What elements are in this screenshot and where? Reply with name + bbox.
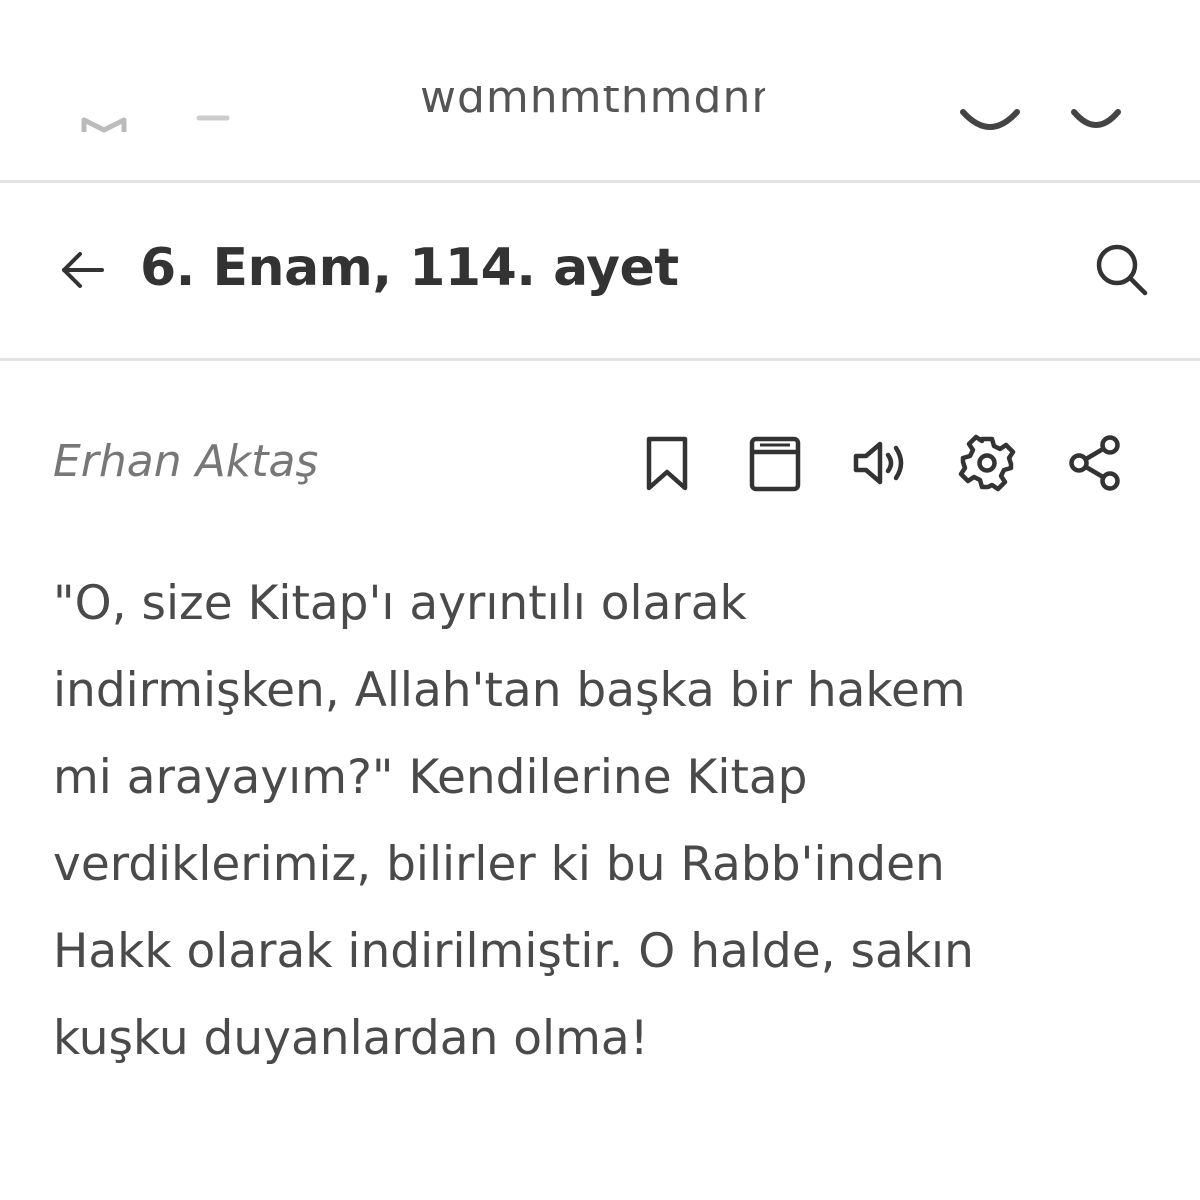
address-bar[interactable]: wdmhmthmdnmtmh bbox=[420, 86, 765, 126]
arrow-left-icon bbox=[62, 252, 104, 288]
bookmark-icon bbox=[646, 436, 688, 491]
page-title: 6. Enam, 114. ayet bbox=[140, 238, 679, 298]
bookmark-button[interactable] bbox=[638, 434, 696, 492]
gear-icon bbox=[958, 434, 1016, 492]
settings-button[interactable] bbox=[958, 434, 1016, 492]
verse-line: verdiklerimiz, bilirler ki bu Rabb'inden bbox=[53, 837, 945, 892]
share-button[interactable] bbox=[1066, 434, 1124, 492]
search-icon bbox=[1096, 244, 1148, 296]
verse-translation: "O, size Kitap'ı ayrıntılı olarak indirm… bbox=[53, 560, 1153, 1082]
verse-line: kuşku duyanlardan olma! bbox=[53, 1011, 649, 1066]
translator-name: Erhan Aktaş bbox=[53, 436, 319, 487]
tafsir-button[interactable] bbox=[746, 434, 804, 492]
home-icon[interactable] bbox=[80, 110, 128, 134]
verse-line: Hakk olarak indirilmiştir. O halde, sakı… bbox=[53, 924, 974, 979]
speaker-icon bbox=[853, 441, 904, 485]
search-button[interactable] bbox=[1092, 240, 1150, 298]
audio-button[interactable] bbox=[852, 434, 910, 492]
back-button[interactable] bbox=[58, 246, 106, 294]
share-icon bbox=[1069, 435, 1120, 491]
book-icon bbox=[749, 436, 801, 492]
url-text: wdmhmthmdnmtmh bbox=[420, 86, 765, 123]
browser-toolbar: wdmhmthmdnmtmh bbox=[0, 0, 1200, 183]
menu-icon[interactable] bbox=[1068, 100, 1124, 140]
account-icon[interactable] bbox=[955, 100, 1025, 140]
verse-line: "O, size Kitap'ı ayrıntılı olarak bbox=[53, 576, 747, 631]
verse-line: mi arayayım?" Kendilerine Kitap bbox=[53, 750, 808, 805]
tabs-icon[interactable] bbox=[195, 112, 231, 124]
verse-line: indirmişken, Allah'tan başka bir hakem bbox=[53, 663, 966, 718]
